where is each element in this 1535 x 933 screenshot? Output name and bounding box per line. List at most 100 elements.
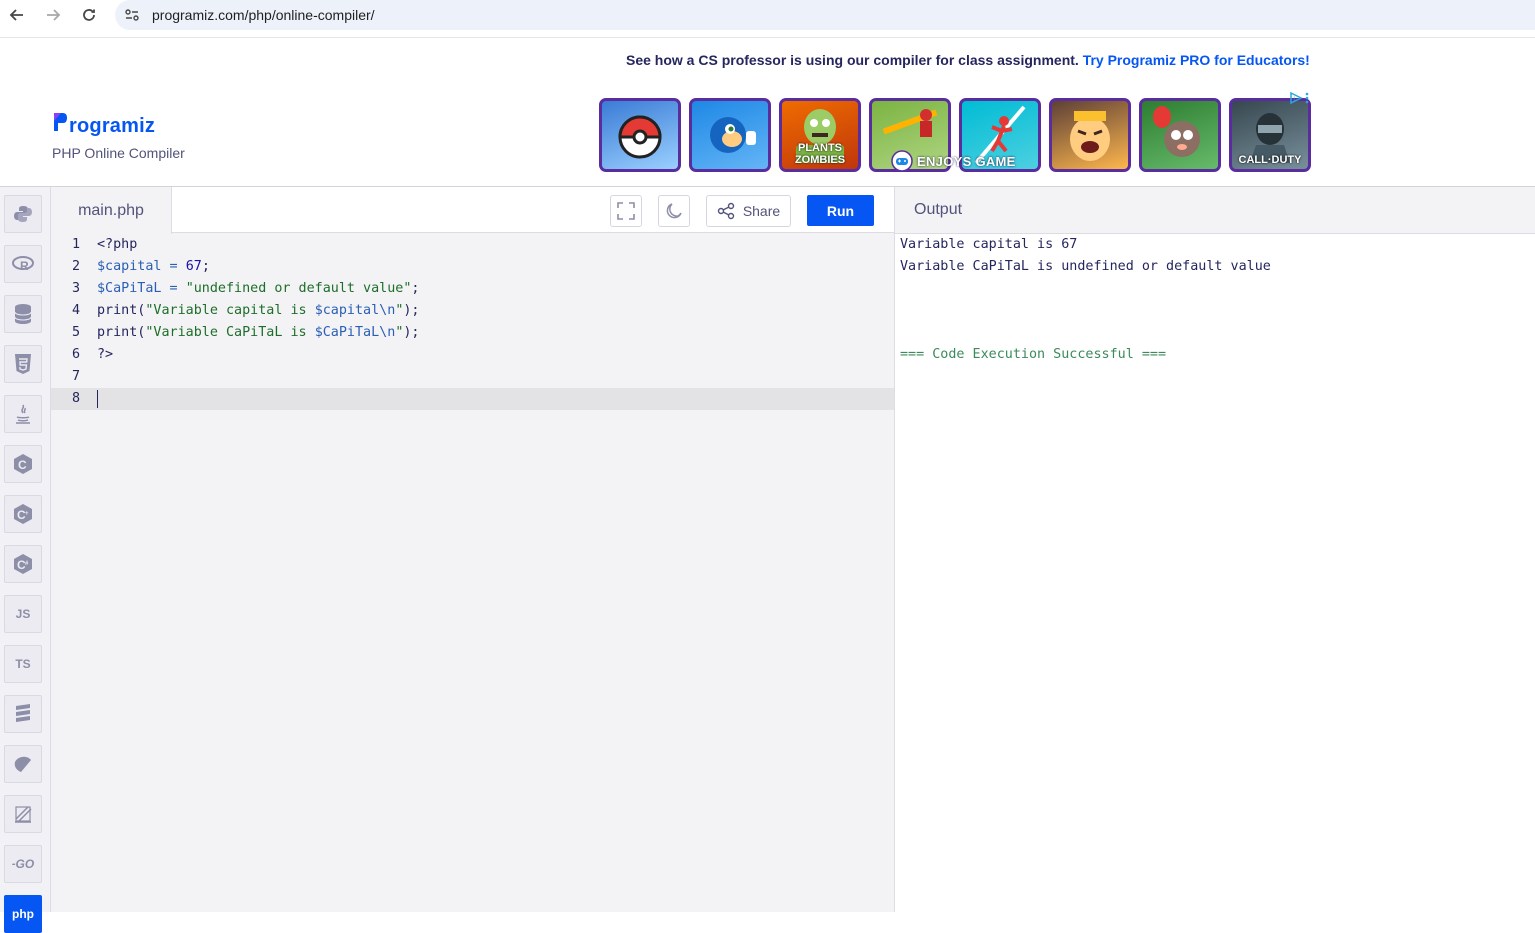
- code-text: print("Variable CaPiTaL is $CaPiTaL\n");: [97, 322, 420, 344]
- address-bar[interactable]: programiz.com/php/online-compiler/: [115, 0, 1535, 30]
- fullscreen-button[interactable]: [610, 195, 642, 227]
- page-subtitle: PHP Online Compiler: [52, 145, 185, 161]
- execution-status: === Code Execution Successful ===: [900, 347, 1167, 362]
- code-token: print(: [97, 303, 146, 318]
- ad-tile-bloons[interactable]: [1139, 98, 1221, 172]
- site-settings-icon[interactable]: [124, 7, 140, 23]
- sidebar-item-swift[interactable]: [4, 795, 42, 833]
- code-text: $CaPiTaL = "undefined or default value";: [97, 278, 419, 300]
- dark-mode-button[interactable]: [658, 195, 690, 227]
- line-number: 2: [71, 259, 80, 274]
- stack-icon: [16, 704, 30, 722]
- url-text: programiz.com/php/online-compiler/: [152, 7, 375, 23]
- back-arrow-icon[interactable]: [6, 4, 28, 26]
- cpp-icon: C +: [14, 504, 32, 524]
- ad-choices-icon[interactable]: i: [1289, 92, 1313, 104]
- ad-tile-sonic[interactable]: [689, 98, 771, 172]
- sidebar-item-sql2[interactable]: [4, 695, 42, 733]
- language-sidebar: R C C + C # JS TS - GO php: [0, 187, 51, 933]
- code-token: );: [403, 303, 420, 318]
- code-line[interactable]: 7: [51, 366, 894, 388]
- html5-icon: [15, 354, 31, 374]
- code-token: print(: [97, 325, 146, 340]
- code-text: ?>: [97, 344, 113, 366]
- run-button[interactable]: Run: [807, 195, 874, 226]
- kotlin-icon: [14, 756, 31, 772]
- forward-arrow-icon[interactable]: [42, 4, 64, 26]
- ad-tile-pokemon-go[interactable]: [599, 98, 681, 172]
- sidebar-item-csharp[interactable]: C #: [4, 545, 42, 583]
- sidebar-item-r[interactable]: R: [4, 245, 42, 283]
- sidebar-item-php[interactable]: php: [4, 895, 42, 933]
- java-icon: [16, 404, 30, 424]
- code-text: $capital = 67;: [97, 256, 210, 278]
- enjoys-game-overlay[interactable]: ENJOYS GAME: [890, 150, 1016, 172]
- python-icon: [14, 206, 32, 222]
- code-line[interactable]: 2 $capital = 67;: [51, 256, 894, 278]
- sidebar-item-java[interactable]: [4, 395, 42, 433]
- swift-icon: [15, 806, 32, 823]
- code-token: 67: [185, 259, 202, 274]
- code-line[interactable]: 8: [51, 388, 894, 410]
- code-area[interactable]: 1 <?php 2 $capital = 67; 3 $CaPiTaL = "undefi…: [51, 234, 894, 410]
- programiz-logo[interactable]: rogramiz: [52, 108, 155, 138]
- ad-label-cod: CALL·DUTY: [1238, 154, 1302, 166]
- sidebar-item-kotlin[interactable]: [4, 745, 42, 783]
- line-number: 5: [71, 325, 80, 340]
- code-token: "undefined or default value": [185, 281, 412, 296]
- sidebar-item-python[interactable]: [4, 195, 42, 233]
- share-label: Share: [742, 203, 781, 219]
- sidebar-item-go-label: GO: [15, 857, 35, 871]
- ad-tile-clash[interactable]: [1049, 98, 1131, 172]
- ad-tile-plants-vs-zombies[interactable]: PLANTS ZOMBIES: [779, 98, 861, 172]
- code-line[interactable]: 3 $CaPiTaL = "undefined or default value"…: [51, 278, 894, 300]
- line-number: 1: [71, 237, 80, 252]
- code-line[interactable]: 5 print("Variable CaPiTaL is $CaPiTaL\n")…: [51, 322, 894, 344]
- promo-text: See how a CS professor is using our comp…: [626, 52, 1079, 68]
- browser-toolbar: programiz.com/php/online-compiler/: [0, 0, 1535, 30]
- line-number: 7: [71, 369, 80, 384]
- ad-label-plants: PLANTS ZOMBIES: [794, 142, 846, 166]
- code-line[interactable]: 1 <?php: [51, 234, 894, 256]
- code-token: ;: [411, 281, 420, 296]
- fullscreen-icon: [617, 202, 635, 220]
- reload-icon[interactable]: [78, 4, 100, 26]
- code-line[interactable]: 4 print("Variable capital is $capital\n")…: [51, 300, 894, 322]
- output-line: Variable capital is 67: [900, 237, 1078, 252]
- sidebar-item-ts[interactable]: TS: [4, 645, 42, 683]
- logo-text: rogramiz: [69, 115, 156, 137]
- code-token: =: [161, 259, 186, 274]
- share-button[interactable]: Share: [706, 195, 791, 227]
- code-token: $capital: [97, 259, 162, 274]
- browser-divider: [0, 37, 1535, 38]
- sidebar-item-go[interactable]: - GO: [4, 845, 42, 883]
- sidebar-item-c[interactable]: C: [4, 445, 42, 483]
- code-token: =: [161, 281, 186, 296]
- ad-tile-call-of-duty[interactable]: CALL·DUTY: [1229, 98, 1311, 172]
- sidebar-item-html[interactable]: [4, 345, 42, 383]
- sidebar-item-js[interactable]: JS: [4, 595, 42, 633]
- sidebar-item-cpp[interactable]: C +: [4, 495, 42, 533]
- text-caret: [97, 390, 98, 408]
- moon-icon: [666, 203, 682, 219]
- code-token: $CaPiTaL\n: [314, 325, 396, 340]
- output-console[interactable]: Variable capital is 67 Variable CaPiTaL i…: [900, 234, 1271, 366]
- promo-link[interactable]: Try Programiz PRO for Educators!: [1083, 52, 1310, 68]
- svg-text:R: R: [20, 259, 29, 273]
- output-title: Output: [914, 201, 963, 218]
- sidebar-item-sql[interactable]: [4, 295, 42, 333]
- output-line: Variable CaPiTaL is undefined or default…: [900, 259, 1271, 274]
- r-lang-icon: R: [12, 256, 34, 273]
- code-token: <?php: [97, 237, 138, 252]
- svg-text:i: i: [1294, 97, 1295, 103]
- code-token: "Variable CaPiTaL is: [145, 325, 315, 340]
- code-line[interactable]: 6 ?>: [51, 344, 894, 366]
- code-token: "Variable capital is: [145, 303, 315, 318]
- line-number: 8: [71, 391, 80, 406]
- svg-text:+: +: [25, 511, 29, 517]
- code-token: $capital\n: [314, 303, 396, 318]
- output-header: Output: [895, 187, 1535, 234]
- gamepad-icon: [891, 150, 913, 172]
- tab-main-php[interactable]: main.php: [51, 187, 172, 234]
